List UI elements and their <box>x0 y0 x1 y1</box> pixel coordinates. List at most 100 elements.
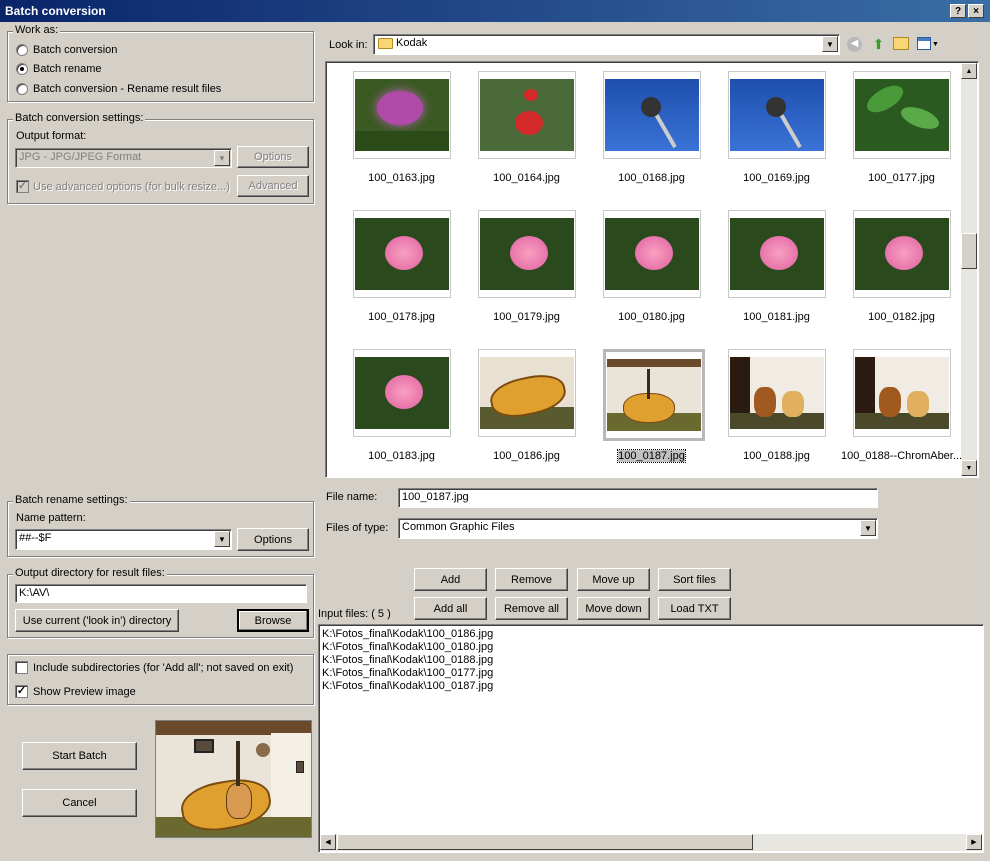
rename-settings-legend: Batch rename settings: <box>13 494 130 506</box>
thumbnail-image <box>480 218 574 290</box>
thumbnail-item[interactable]: 100_0178.jpg <box>339 205 459 330</box>
thumbnail-item[interactable]: 100_0181.jpg <box>714 205 834 330</box>
thumbnail-item[interactable]: 100_0179.jpg <box>464 205 584 330</box>
thumbnail-caption: 100_0181.jpg <box>743 311 810 323</box>
name-pattern-input[interactable]: ##--$F <box>15 529 232 550</box>
list-item[interactable]: K:\Fotos_final\Kodak\100_0187.jpg <box>319 680 983 693</box>
start-batch-button[interactable]: Start Batch <box>22 742 137 770</box>
show-preview-label[interactable]: Show Preview image <box>33 685 136 699</box>
files-of-type-select[interactable]: Common Graphic Files <box>398 518 878 539</box>
thumbnail-item[interactable]: 100_0188--ChromAber... <box>839 344 962 469</box>
thumbnail-item[interactable]: 100_0169.jpg <box>714 66 834 191</box>
thumbnail-caption: 100_0168.jpg <box>618 172 685 184</box>
thumbnail-item[interactable]: 100_0180.jpg <box>589 205 709 330</box>
list-item[interactable]: K:\Fotos_final\Kodak\100_0186.jpg <box>319 628 983 641</box>
thumbnail-item[interactable]: 100_0168.jpg <box>589 66 709 191</box>
thumbnail-frame <box>728 210 826 298</box>
thumbnail-caption: 100_0164.jpg <box>493 172 560 184</box>
input-files-list[interactable]: K:\Fotos_final\Kodak\100_0186.jpg K:\Foto… <box>318 624 984 853</box>
thumbnail-item[interactable]: 100_0177.jpg <box>839 66 959 191</box>
add-button[interactable]: Add <box>414 568 487 591</box>
back-icon[interactable]: ◀ <box>847 37 862 52</box>
conversion-options-button[interactable]: Options <box>237 146 309 168</box>
rename-options-button[interactable]: Options <box>237 528 309 551</box>
scroll-up-button[interactable]: ▲ <box>961 63 977 79</box>
move-down-button[interactable]: Move down <box>577 597 650 620</box>
thumbnail-item[interactable]: 100_0164.jpg <box>464 66 584 191</box>
thumbnail-image <box>730 218 824 290</box>
thumbnail-image <box>855 357 949 429</box>
radio-batch-conversion-rename[interactable] <box>16 83 28 95</box>
thumbnail-item[interactable]: 100_0182.jpg <box>839 205 959 330</box>
look-in-label: Look in: <box>329 39 368 51</box>
list-item[interactable]: K:\Fotos_final\Kodak\100_0188.jpg <box>319 654 983 667</box>
radio-batch-conversion-rename-label[interactable]: Batch conversion - Rename result files <box>33 82 221 96</box>
thumbnail-frame <box>478 349 576 437</box>
view-menu-icon[interactable]: ▼ <box>917 37 939 52</box>
thumbnail-image <box>607 359 701 431</box>
radio-batch-rename[interactable] <box>16 63 28 75</box>
include-subdirectories-checkbox[interactable] <box>15 661 28 674</box>
scroll-right-button[interactable]: ▶ <box>966 834 982 850</box>
thumbnail-scrollbar[interactable]: ▲ ▼ <box>961 63 977 476</box>
output-format-select[interactable]: JPG - JPG/JPEG Format <box>15 148 232 168</box>
thumbnail-image <box>355 79 449 151</box>
add-all-button[interactable]: Add all <box>414 597 487 620</box>
advanced-button[interactable]: Advanced <box>237 175 309 197</box>
move-up-button[interactable]: Move up <box>577 568 650 591</box>
list-item[interactable]: K:\Fotos_final\Kodak\100_0180.jpg <box>319 641 983 654</box>
thumbnail-browser[interactable]: 100_0163.jpg 100_0164.jpg 100_0168.jpg 100_… <box>325 61 979 478</box>
input-files-hscrollbar[interactable]: ◀ ▶ <box>320 834 982 851</box>
browse-button[interactable]: Browse <box>237 609 309 632</box>
scroll-thumb[interactable] <box>961 233 977 269</box>
radio-batch-conversion[interactable] <box>16 44 28 56</box>
close-button[interactable]: × <box>968 4 984 18</box>
thumbnail-item[interactable]: 100_0183.jpg <box>339 344 459 469</box>
window-title: Batch conversion <box>5 4 106 18</box>
thumbnail-item[interactable]: 100_0186.jpg <box>464 344 584 469</box>
thumbnail-item[interactable]: 100_0188.jpg <box>714 344 834 469</box>
thumbnail-frame <box>353 210 451 298</box>
output-directory-legend: Output directory for result files: <box>13 567 167 579</box>
look-in-select[interactable]: Kodak <box>373 34 840 55</box>
thumbnail-caption: 100_0169.jpg <box>743 172 810 184</box>
chevron-down-icon[interactable]: ▼ <box>860 520 876 536</box>
thumbnail-item[interactable]: 100_0163.jpg <box>339 66 459 191</box>
thumbnail-item[interactable]: 100_0187.jpg <box>589 344 709 469</box>
use-current-directory-button[interactable]: Use current ('look in') directory <box>15 609 179 632</box>
hscroll-thumb[interactable] <box>337 834 753 850</box>
list-item[interactable]: K:\Fotos_final\Kodak\100_0177.jpg <box>319 667 983 680</box>
help-button[interactable]: ? <box>950 4 966 18</box>
load-txt-button[interactable]: Load TXT <box>658 597 731 620</box>
advanced-options-checkbox[interactable]: ✓ <box>16 180 29 193</box>
cancel-button[interactable]: Cancel <box>22 789 137 817</box>
thumbnail-caption: 100_0177.jpg <box>868 172 935 184</box>
remove-all-button[interactable]: Remove all <box>495 597 568 620</box>
thumbnail-image <box>480 79 574 151</box>
thumbnail-frame <box>853 71 951 159</box>
file-name-input[interactable]: 100_0187.jpg <box>398 488 878 508</box>
chevron-down-icon[interactable]: ▼ <box>214 150 230 166</box>
thumbnail-frame <box>478 210 576 298</box>
files-of-type-label: Files of type: <box>326 522 389 534</box>
scroll-left-button[interactable]: ◀ <box>320 834 336 850</box>
thumbnail-frame <box>728 349 826 437</box>
work-as-legend: Work as: <box>13 24 61 36</box>
radio-batch-rename-label[interactable]: Batch rename <box>33 62 101 76</box>
radio-batch-conversion-label[interactable]: Batch conversion <box>33 43 117 57</box>
thumbnail-caption: 100_0188--ChromAber... <box>840 450 963 462</box>
show-preview-checkbox[interactable]: ✓ <box>15 685 28 698</box>
preview-image <box>155 720 312 838</box>
sort-files-button[interactable]: Sort files <box>658 568 731 591</box>
thumbnail-frame <box>853 210 951 298</box>
up-folder-icon[interactable]: ⬆ <box>870 36 887 53</box>
output-directory-input[interactable]: K:\AV\ <box>15 584 307 603</box>
chevron-down-icon[interactable]: ▼ <box>822 36 838 52</box>
input-files-rows: K:\Fotos_final\Kodak\100_0186.jpg K:\Foto… <box>319 625 983 693</box>
remove-button[interactable]: Remove <box>495 568 568 591</box>
scroll-down-button[interactable]: ▼ <box>961 460 977 476</box>
include-subdirectories-label[interactable]: Include subdirectories (for 'Add all'; n… <box>33 661 293 675</box>
new-folder-icon[interactable] <box>893 37 909 50</box>
conversion-settings-legend: Batch conversion settings: <box>13 112 146 124</box>
chevron-down-icon[interactable]: ▼ <box>214 531 230 547</box>
